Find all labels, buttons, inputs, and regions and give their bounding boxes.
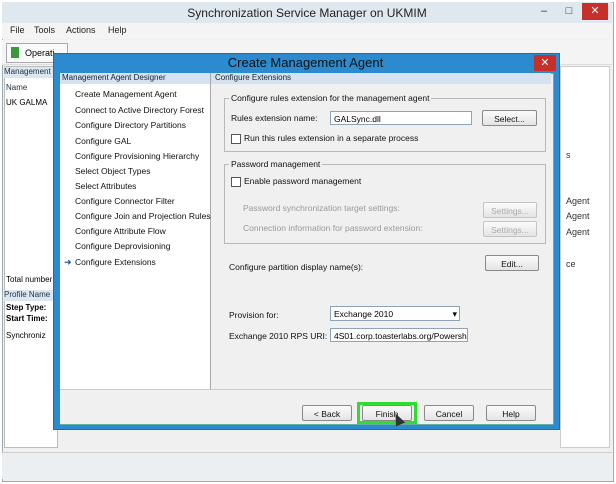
operations-icon: [11, 47, 19, 58]
back-button[interactable]: < Back: [302, 405, 352, 421]
nav-item-attributes[interactable]: Select Attributes: [75, 181, 136, 191]
profile-name-header: Profile Name: [4, 290, 56, 301]
right-panel-text: s: [566, 150, 571, 160]
right-panel-text-2: ce: [566, 259, 576, 269]
nav-item-object-types[interactable]: Select Object Types: [75, 166, 150, 176]
edit-partitions-button[interactable]: Edit...: [485, 255, 539, 271]
separate-process-label: Run this rules extension in a separate p…: [244, 133, 419, 143]
selected-arrow-icon: ➜: [64, 257, 72, 267]
right-panel-agent-1: Agent: [566, 196, 590, 206]
operations-label: Operati: [25, 48, 55, 58]
management-header: Management: [4, 67, 56, 78]
menu-help[interactable]: Help: [108, 25, 127, 35]
rps-uri-label: Exchange 2010 RPS URI:: [229, 331, 328, 341]
management-agents-panel: [4, 66, 58, 448]
provision-for-value: Exchange 2010: [334, 309, 394, 319]
total-number-label: Total number: [6, 275, 53, 284]
nav-item-connector-filter[interactable]: Configure Connector Filter: [75, 196, 175, 206]
menu-file[interactable]: File: [10, 25, 25, 35]
select-button[interactable]: Select...: [482, 110, 537, 126]
nav-item-join-projection[interactable]: Configure Join and Projection Rules: [75, 211, 211, 221]
nav-item-configure-gal[interactable]: Configure GAL: [75, 136, 131, 146]
maximize-button[interactable]: □: [558, 3, 580, 20]
rules-extension-label: Rules extension name:: [231, 113, 318, 123]
nav-item-attribute-flow[interactable]: Configure Attribute Flow: [75, 226, 166, 236]
rules-group-title: Configure rules extension for the manage…: [229, 93, 432, 103]
target-settings-button[interactable]: Settings...: [483, 202, 537, 218]
nav-item-deprovisioning[interactable]: Configure Deprovisioning: [75, 241, 170, 251]
outer-close-button[interactable]: ✕: [582, 3, 608, 20]
cancel-button[interactable]: Cancel: [424, 405, 474, 421]
dialog-title: Create Management Agent: [227, 55, 384, 70]
finish-highlight-box: [357, 402, 417, 424]
start-time-label: Start Time:: [6, 314, 48, 323]
provision-for-label: Provision for:: [229, 310, 279, 320]
name-column-header[interactable]: Name: [6, 83, 27, 92]
right-panel-agent-2: Agent: [566, 211, 590, 221]
nav-item-configure-extensions[interactable]: Configure Extensions: [75, 257, 156, 267]
status-bar: [2, 452, 612, 479]
partition-display-label: Configure partition display name(s):: [229, 262, 364, 272]
dialog-close-button[interactable]: ✕: [534, 55, 556, 71]
synchronization-column[interactable]: Synchroniz: [6, 331, 46, 340]
agent-row[interactable]: UK GALMA: [6, 98, 47, 107]
nav-item-provisioning-hierarchy[interactable]: Configure Provisioning Hierarchy: [75, 151, 199, 161]
menu-actions[interactable]: Actions: [66, 25, 96, 35]
rps-uri-input[interactable]: 4S01.corp.toasterlabs.org/Powershe: [330, 328, 468, 342]
rules-extension-input[interactable]: GALSync.dll: [330, 111, 472, 125]
content-header: Configure Extensions: [211, 73, 551, 84]
connection-settings-button[interactable]: Settings...: [483, 221, 537, 237]
separate-process-checkbox[interactable]: [231, 134, 241, 144]
provision-for-dropdown[interactable]: Exchange 2010 ▾: [330, 306, 460, 321]
step-type-label: Step Type:: [6, 303, 47, 312]
nav-item-connect-forest[interactable]: Connect to Active Directory Forest: [75, 105, 204, 115]
password-group-title: Password management: [229, 159, 323, 169]
right-panel: [560, 66, 610, 448]
outer-window-title: Synchronization Service Manager on UKMIM: [187, 6, 427, 20]
enable-password-checkbox[interactable]: [231, 177, 241, 187]
target-settings-label: Password synchronization target settings…: [243, 203, 400, 213]
connection-info-label: Connection information for password exte…: [243, 223, 423, 233]
enable-password-label: Enable password management: [244, 176, 362, 186]
nav-item-create-management-agent[interactable]: Create Management Agent: [75, 89, 177, 99]
nav-item-directory-partitions[interactable]: Configure Directory Partitions: [75, 120, 186, 130]
help-button[interactable]: Help: [486, 405, 536, 421]
menu-tools[interactable]: Tools: [34, 25, 55, 35]
nav-header: Management Agent Designer: [60, 73, 210, 84]
chevron-down-icon: ▾: [452, 309, 457, 319]
minimize-button[interactable]: –: [532, 3, 556, 20]
right-panel-agent-3: Agent: [566, 227, 590, 237]
